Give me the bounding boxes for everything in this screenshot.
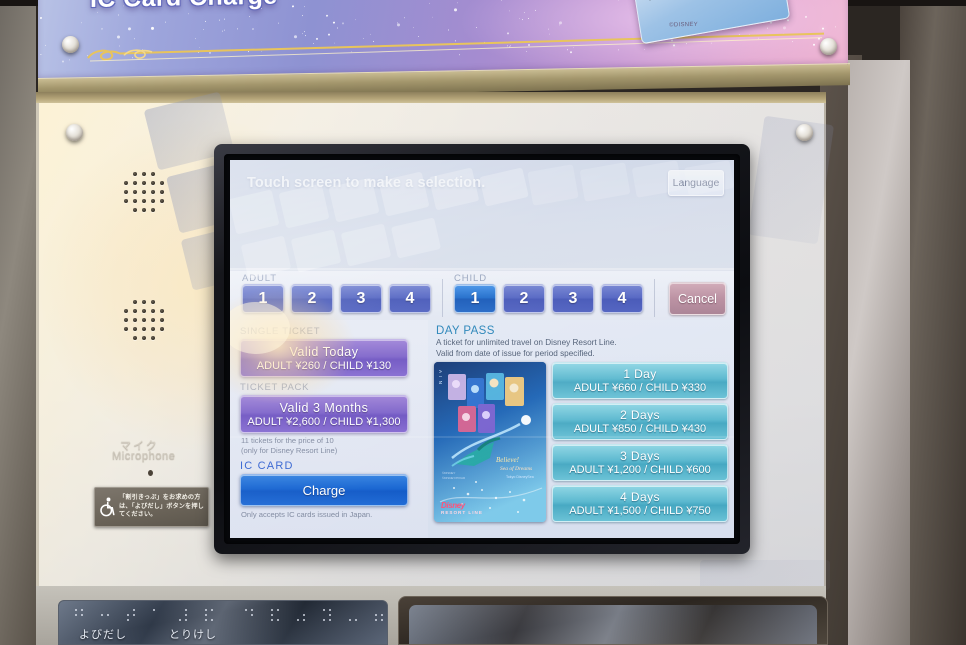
day-pass-card-logo-sub: RESORT LINE <box>441 510 483 515</box>
ticket-pack-note-2: (only for Disney Resort Line) <box>241 446 420 456</box>
gold-flourish-icon <box>84 30 824 64</box>
banner-bolt-right <box>820 38 837 55</box>
day-pass-1day-duration: 1 Day <box>623 367 656 381</box>
ticket-pack-price: ADULT ¥2,600 / CHILD ¥1,300 <box>247 416 400 428</box>
wheelchair-icon <box>98 496 116 518</box>
child-count-1[interactable]: 1 <box>454 284 496 313</box>
adult-label: ADULT <box>242 273 277 284</box>
day-pass-4days-price: ADULT ¥1,500 / CHILD ¥750 <box>569 505 710 517</box>
background-left-wall <box>0 0 36 645</box>
cancel-button[interactable]: Cancel <box>669 282 726 315</box>
machine-bolt-top-right <box>796 124 813 141</box>
language-button[interactable]: Language <box>668 170 724 196</box>
svg-text:©DISNEY/PIXAR: ©DISNEY/PIXAR <box>442 476 466 480</box>
ticket-machine-photo: Disney RESORT LINE ©DISNEY IC Card Charg… <box>0 0 966 645</box>
svg-text:Sea of Dreams: Sea of Dreams <box>500 465 532 472</box>
cancel-button-label: とりけし <box>169 626 217 642</box>
charge-button[interactable]: Charge <box>240 474 408 506</box>
day-pass-option-4days[interactable]: 4 Days ADULT ¥1,500 / CHILD ¥750 <box>552 485 728 522</box>
child-count-3[interactable]: 3 <box>552 284 594 313</box>
day-pass-option-list: 1 Day ADULT ¥660 / CHILD ¥330 2 Days ADU… <box>552 362 728 522</box>
day-pass-card-image: Believe! Sea of Dreams Tokyo DisneySea ©… <box>434 362 546 522</box>
single-ticket-section-label: SINGLE TICKET <box>240 326 420 337</box>
day-pass-option-2days[interactable]: 2 Days ADULT ¥850 / CHILD ¥430 <box>552 403 728 440</box>
machine-bolt-top-left <box>66 124 83 141</box>
ticket-options-panel: SINGLE TICKET Valid Today ADULT ¥260 / C… <box>230 320 428 538</box>
coin-bill-slot-panel[interactable] <box>398 596 828 645</box>
touch-instruction: Touch screen to make a selection. <box>247 175 485 191</box>
day-pass-option-1day[interactable]: 1 Day ADULT ¥660 / CHILD ¥330 <box>552 362 728 399</box>
cancel-divider <box>654 279 655 317</box>
day-pass-option-3days[interactable]: 3 Days ADULT ¥1,200 / CHILD ¥600 <box>552 444 728 481</box>
child-count-4[interactable]: 4 <box>601 284 643 313</box>
microphone-hole <box>148 470 153 476</box>
day-pass-1day-price: ADULT ¥660 / CHILD ¥330 <box>574 382 706 394</box>
day-pass-3days-duration: 3 Days <box>620 449 660 463</box>
machine-top-edge <box>36 92 826 103</box>
slot-panel-reflection <box>409 605 817 644</box>
ic-card-note: Only accepts IC cards issued in Japan. <box>241 510 420 520</box>
day-pass-panel: DAY PASS A ticket for unlimited travel o… <box>428 320 734 538</box>
microphone-label-en: Microphone <box>112 450 175 462</box>
day-pass-2days-price: ADULT ¥850 / CHILD ¥430 <box>574 423 706 435</box>
svg-text:Believe!: Believe! <box>496 456 520 464</box>
banner-title: IC Card Charge <box>90 0 278 14</box>
adult-count-1[interactable]: 1 <box>242 284 284 313</box>
call-cancel-button-panel[interactable]: よびだし とりけし <box>58 600 388 645</box>
ticket-pack-section-label: TICKET PACK <box>240 382 420 393</box>
ic-card-section-label: IC CARD <box>240 460 420 472</box>
day-pass-3days-price: ADULT ¥1,200 / CHILD ¥600 <box>569 464 710 476</box>
child-label: CHILD <box>454 273 487 284</box>
single-ticket-button[interactable]: Valid Today ADULT ¥260 / CHILD ¥130 <box>240 339 408 377</box>
banner-bolt-left <box>62 36 79 53</box>
day-pass-2days-duration: 2 Days <box>620 408 660 422</box>
day-pass-artwork: Believe! Sea of Dreams Tokyo DisneySea ©… <box>434 362 546 522</box>
adult-count-4[interactable]: 4 <box>389 284 431 313</box>
day-pass-desc-1: A ticket for unlimited travel on Disney … <box>436 338 728 349</box>
day-pass-card-logo: Disney RESORT LINE <box>441 501 483 515</box>
svg-text:Tokyo DisneySea: Tokyo DisneySea <box>506 475 534 479</box>
day-pass-card-side-text: A I N <box>438 370 443 385</box>
machine-right-metal-panel <box>848 60 910 645</box>
adult-count-3[interactable]: 3 <box>340 284 382 313</box>
single-ticket-title: Valid Today <box>290 345 359 359</box>
speaker-grille-upper <box>124 172 168 216</box>
day-pass-desc-2: Valid from date of issue for period spec… <box>436 349 728 360</box>
svg-text:©DISNEY: ©DISNEY <box>442 471 455 475</box>
card-resort-line-text: RESORT LINE <box>649 0 695 2</box>
count-divider <box>442 279 443 317</box>
day-pass-4days-duration: 4 Days <box>620 490 660 504</box>
ticket-pack-note-1: 11 tickets for the price of 10 <box>241 436 420 446</box>
adult-count-2[interactable]: 2 <box>291 284 333 313</box>
touchscreen[interactable]: Touch screen to make a selection. Langua… <box>230 160 734 538</box>
accessibility-notice-text: 「割引きっぷ」をお求めの方は、「よびだし」ボタンを押してください。 <box>119 494 205 520</box>
disney-copyright: ©DISNEY <box>669 22 698 29</box>
accessibility-notice-plate: 「割引きっぷ」をお求めの方は、「よびだし」ボタンを押してください。 <box>94 487 209 527</box>
ticket-pack-title: Valid 3 Months <box>280 401 369 415</box>
day-pass-title: DAY PASS <box>436 325 728 337</box>
single-ticket-price: ADULT ¥260 / CHILD ¥130 <box>257 360 392 372</box>
child-count-2[interactable]: 2 <box>503 284 545 313</box>
passenger-count-bar: ADULT 1 2 3 4 CHILD 1 2 3 4 Cancel <box>230 271 734 320</box>
ticket-pack-button[interactable]: Valid 3 Months ADULT ¥2,600 / CHILD ¥1,3… <box>240 395 408 433</box>
call-button-label: よびだし <box>79 626 127 642</box>
speaker-grille-lower <box>124 300 168 344</box>
